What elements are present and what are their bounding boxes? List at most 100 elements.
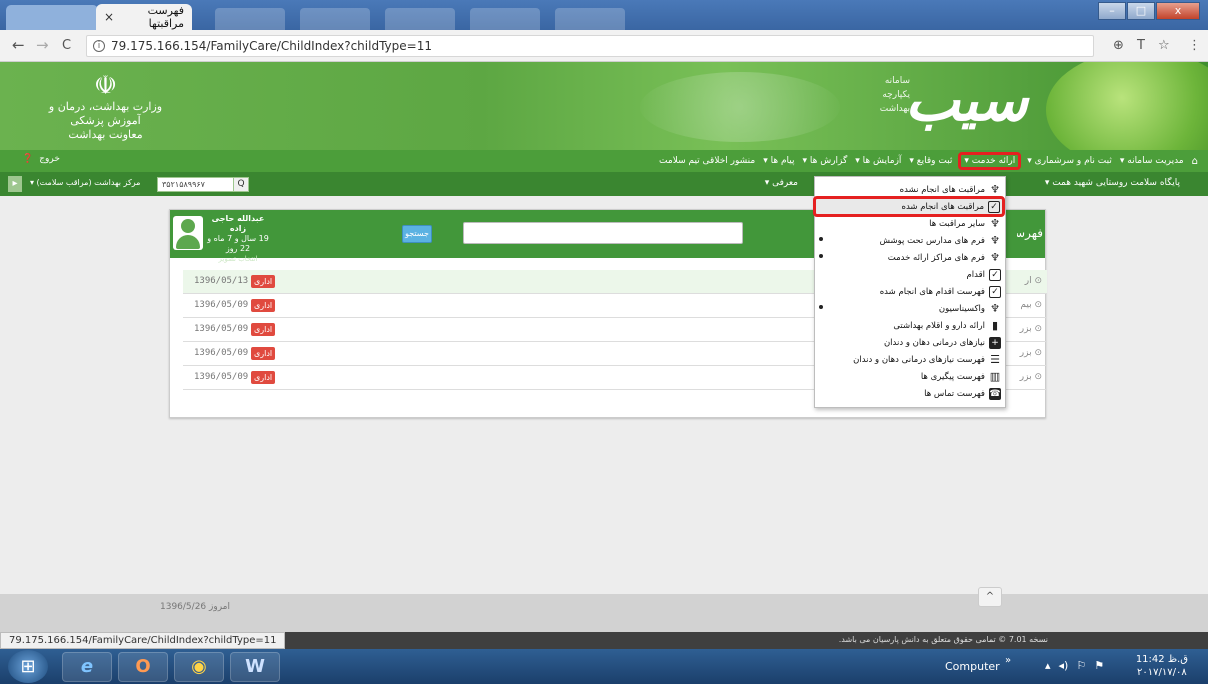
- logout-link[interactable]: خروج: [39, 154, 60, 164]
- row-service: ⊙ بزر: [1019, 348, 1042, 358]
- close-window-button[interactable]: x: [1156, 2, 1200, 20]
- list-icon: ☰: [990, 352, 1000, 366]
- background-window-tab: [215, 8, 285, 30]
- dropdown-item[interactable]: + نیازهای درمانی دهان و دندان: [819, 334, 1001, 351]
- zoom-icon[interactable]: ⊕: [1113, 38, 1124, 53]
- patient-name: عبدالله حاجی زاده: [211, 214, 265, 233]
- action-center-icon[interactable]: ⚑: [1094, 659, 1104, 672]
- dropdown-item[interactable]: ▥ فهرست پیگیری ها: [819, 368, 1001, 385]
- header-glow: [640, 72, 840, 142]
- volume-icon[interactable]: ◂): [1059, 659, 1069, 672]
- dropdown-item[interactable]: ☰ فهرست نیازهای درمانی دهان و دندان: [819, 351, 1001, 368]
- submenu-bullet-icon: [819, 305, 823, 309]
- toolbar-expand-icon[interactable]: »: [1005, 655, 1011, 666]
- health-center-selector[interactable]: پایگاه سلامت روستایی شهید همت ▾: [1045, 178, 1180, 188]
- media-player-taskbar-icon[interactable]: O: [118, 652, 168, 682]
- search-button[interactable]: جستجو: [402, 225, 432, 243]
- system-clock[interactable]: 11:42 ق.ظ ۲۰۱۷/۱۷/۰۸: [1136, 653, 1188, 679]
- health-worker-selector[interactable]: مرکز بهداشت (مراقب سلامت) ▾: [30, 178, 140, 187]
- menu-registration[interactable]: ثبت نام و سرشماری ▾: [1023, 156, 1116, 166]
- bookmark-star-icon[interactable]: ☆: [1158, 38, 1170, 53]
- dropdown-item-label: فهرست اقدام های انجام شده: [879, 286, 985, 297]
- row-date: 1396/05/13: [194, 276, 249, 286]
- dropdown-item-label: واکسیناسیون: [938, 303, 985, 314]
- menu-messages[interactable]: پیام ها ▾: [759, 156, 798, 166]
- dropdown-item-label: فرم های مدارس تحت پوشش: [879, 235, 985, 246]
- browser-tab-bar: فهرست مراقبتها × – □ x: [0, 0, 1208, 30]
- dropdown-item[interactable]: ☎ فهرست تماس ها: [819, 385, 1001, 402]
- reload-icon[interactable]: C: [62, 38, 71, 53]
- menu-reports[interactable]: گزارش ها ▾: [798, 156, 851, 166]
- back-arrow-icon[interactable]: ←: [12, 36, 25, 54]
- system-tray: ▴ ◂) ⚐ ⚑: [1045, 659, 1104, 672]
- panel-title: فهرست مراقبت ها: [1017, 226, 1043, 240]
- row-badge: اداری: [251, 371, 276, 384]
- chrome-taskbar-icon[interactable]: ◉: [174, 652, 224, 682]
- tab-close-icon[interactable]: ×: [104, 10, 114, 24]
- menu-dots-icon[interactable]: ⋮: [1188, 38, 1201, 53]
- dropdown-item[interactable]: ♆ واکسیناسیون: [819, 300, 1001, 317]
- scroll-top-button[interactable]: ^: [978, 587, 1002, 607]
- maximize-button[interactable]: □: [1127, 2, 1155, 20]
- background-window-tab: [300, 8, 370, 30]
- avatar[interactable]: [173, 216, 203, 250]
- version-text: نسخه 7.01 © تمامی حقوق متعلق به دانش پار…: [838, 635, 1048, 644]
- info-icon[interactable]: i: [93, 40, 105, 52]
- stethoscope-icon: ♆: [990, 233, 1000, 247]
- windows-taskbar: ⊞ e O ◉ W Computer » ▴ ◂) ⚐ ⚑ 11:42 ق.ظ …: [0, 649, 1208, 684]
- check-square-icon: ✓: [989, 268, 1001, 281]
- menu-service-delivery[interactable]: ارائه خدمت ▾: [958, 152, 1022, 170]
- start-button[interactable]: ⊞: [8, 650, 48, 683]
- avatar-body: [176, 235, 200, 249]
- url-field[interactable]: i 79.175.166.154/FamilyCare/ChildIndex?c…: [86, 35, 1094, 57]
- dropdown-item[interactable]: ✓ فهرست اقدام های انجام شده: [819, 283, 1001, 300]
- menu-tests[interactable]: آزمایش ها ▾: [851, 156, 905, 166]
- dropdown-item[interactable]: ✓ اقدام: [819, 266, 1001, 283]
- menu-system-management[interactable]: مدیریت سامانه ▾: [1116, 156, 1188, 166]
- translate-icon[interactable]: T: [1137, 38, 1145, 53]
- site-header: ☫ وزارت بهداشت، درمان و آموزش پزشکی معاو…: [0, 62, 1208, 150]
- menu-charter[interactable]: منشور اخلاقی تیم سلامت: [655, 156, 759, 166]
- search-input[interactable]: [463, 222, 743, 244]
- dropdown-item-label: نیازهای درمانی دهان و دندان: [883, 337, 985, 348]
- dropdown-item[interactable]: ♆ سایر مراقبت ها: [819, 215, 1001, 232]
- window-controls: – □ x: [1098, 2, 1200, 20]
- context-bar: پایگاه سلامت روستایی شهید همت ▾ معرفی ▾ …: [0, 172, 1208, 196]
- home-icon[interactable]: ⌂: [1188, 156, 1202, 167]
- minimize-button[interactable]: –: [1098, 2, 1126, 20]
- content-area: عبدالله حاجی زاده 19 سال و 7 ماه و 22 رو…: [0, 196, 1208, 594]
- file-icon: ▮: [991, 318, 999, 332]
- menu-events[interactable]: ثبت وقایع ▾: [905, 156, 956, 166]
- tab-title: فهرست مراقبتها: [147, 4, 184, 30]
- help-icon[interactable]: ❓: [22, 154, 33, 164]
- address-bar: ← → C i 79.175.166.154/FamilyCare/ChildI…: [0, 30, 1208, 62]
- dropdown-item[interactable]: ♆ فرم های مدارس تحت پوشش: [819, 232, 1001, 249]
- submenu-bullet-icon: [819, 237, 823, 241]
- tray-arrow-icon[interactable]: ▴: [1045, 659, 1051, 672]
- dropdown-item[interactable]: ▮ ارائه دارو و اقلام بهداشتی: [819, 317, 1001, 334]
- select-photo-link[interactable]: انتخاب تصویر: [206, 254, 270, 264]
- logout-area: خروج ❓: [22, 154, 60, 164]
- ie-taskbar-icon[interactable]: e: [62, 652, 112, 682]
- row-date: 1396/05/09: [194, 324, 249, 334]
- stethoscope-icon: ♆: [990, 182, 1000, 196]
- check-square-icon: ✓: [989, 285, 1001, 298]
- expand-icon[interactable]: ▸: [8, 176, 22, 192]
- dropdown-item[interactable]: ♆ فرم های مراکز ارائه خدمت: [819, 249, 1001, 266]
- dropdown-item[interactable]: ✓ مراقبت های انجام شده: [813, 196, 1005, 217]
- apple-graphic: [1046, 62, 1208, 150]
- browser-tab-blank[interactable]: [6, 5, 98, 30]
- row-badge: اداری: [251, 275, 276, 288]
- dropdown-item-label: فرم های مراکز ارائه خدمت: [887, 252, 985, 263]
- main-menu: ⌂ مدیریت سامانه ▾ ثبت نام و سرشماری ▾ ار…: [0, 150, 1208, 172]
- service-recipient-label[interactable]: معرفی ▾: [765, 178, 798, 188]
- phone-icon: ☎: [989, 387, 1001, 400]
- search-icon[interactable]: Q: [233, 177, 249, 192]
- row-service: ⊙ بزر: [1019, 324, 1042, 334]
- row-date: 1396/05/09: [194, 372, 249, 382]
- word-taskbar-icon[interactable]: W: [230, 652, 280, 682]
- forward-arrow-icon[interactable]: →: [36, 36, 49, 54]
- browser-tab-active[interactable]: فهرست مراقبتها ×: [96, 4, 192, 30]
- network-icon[interactable]: ⚐: [1076, 659, 1086, 672]
- computer-toolbar[interactable]: Computer: [945, 660, 1000, 673]
